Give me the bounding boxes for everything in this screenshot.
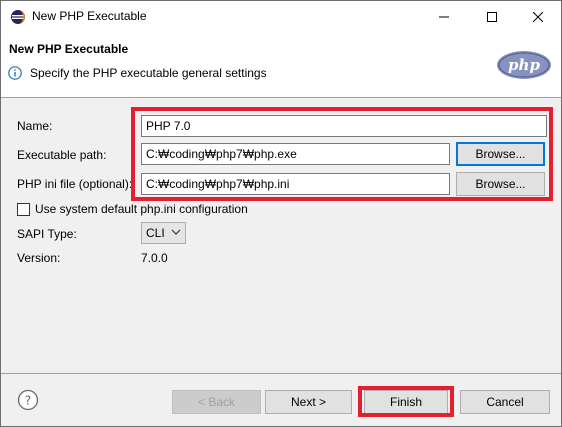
maximize-icon [487, 11, 497, 22]
footer-separator [1, 373, 561, 374]
php-logo: php [497, 51, 551, 79]
close-button[interactable] [515, 1, 561, 32]
new-php-executable-dialog: New PHP Executable New PHP Executable Sp… [0, 0, 562, 427]
svg-text:?: ? [25, 394, 31, 408]
back-button[interactable]: < Back [172, 390, 261, 414]
version-label: Version: [17, 251, 61, 265]
info-icon [8, 66, 22, 80]
sapi-type-label: SAPI Type: [17, 227, 77, 241]
cancel-button[interactable]: Cancel [460, 390, 550, 414]
highlight-box-finish [358, 386, 454, 417]
next-button[interactable]: Next > [265, 390, 352, 414]
help-icon[interactable]: ? [17, 389, 39, 411]
name-label: Name: [17, 119, 53, 133]
sapi-type-select[interactable]: CLI [141, 222, 186, 244]
minimize-button[interactable] [421, 1, 467, 32]
chevron-down-icon [171, 229, 181, 235]
window-title: New PHP Executable [32, 9, 147, 23]
close-icon [533, 11, 543, 22]
system-default-ini-checkbox[interactable] [17, 203, 30, 216]
executable-path-label: Executable path: [17, 148, 107, 162]
version-value: 7.0.0 [141, 251, 168, 265]
header-message: Specify the PHP executable general setti… [30, 66, 267, 80]
php-ini-label: PHP ini file (optional): [17, 177, 133, 191]
page-title: New PHP Executable [9, 42, 129, 56]
title-bar: New PHP Executable [1, 1, 561, 32]
system-default-ini-label: Use system default php.ini configuration [35, 202, 248, 216]
eclipse-icon [11, 10, 25, 24]
minimize-icon [439, 16, 449, 17]
maximize-button[interactable] [469, 1, 515, 32]
php-logo-text: php [508, 56, 540, 74]
wizard-header: New PHP Executable Specify the PHP execu… [1, 32, 561, 98]
sapi-type-value: CLI [146, 226, 165, 240]
highlight-box-form [131, 107, 553, 201]
